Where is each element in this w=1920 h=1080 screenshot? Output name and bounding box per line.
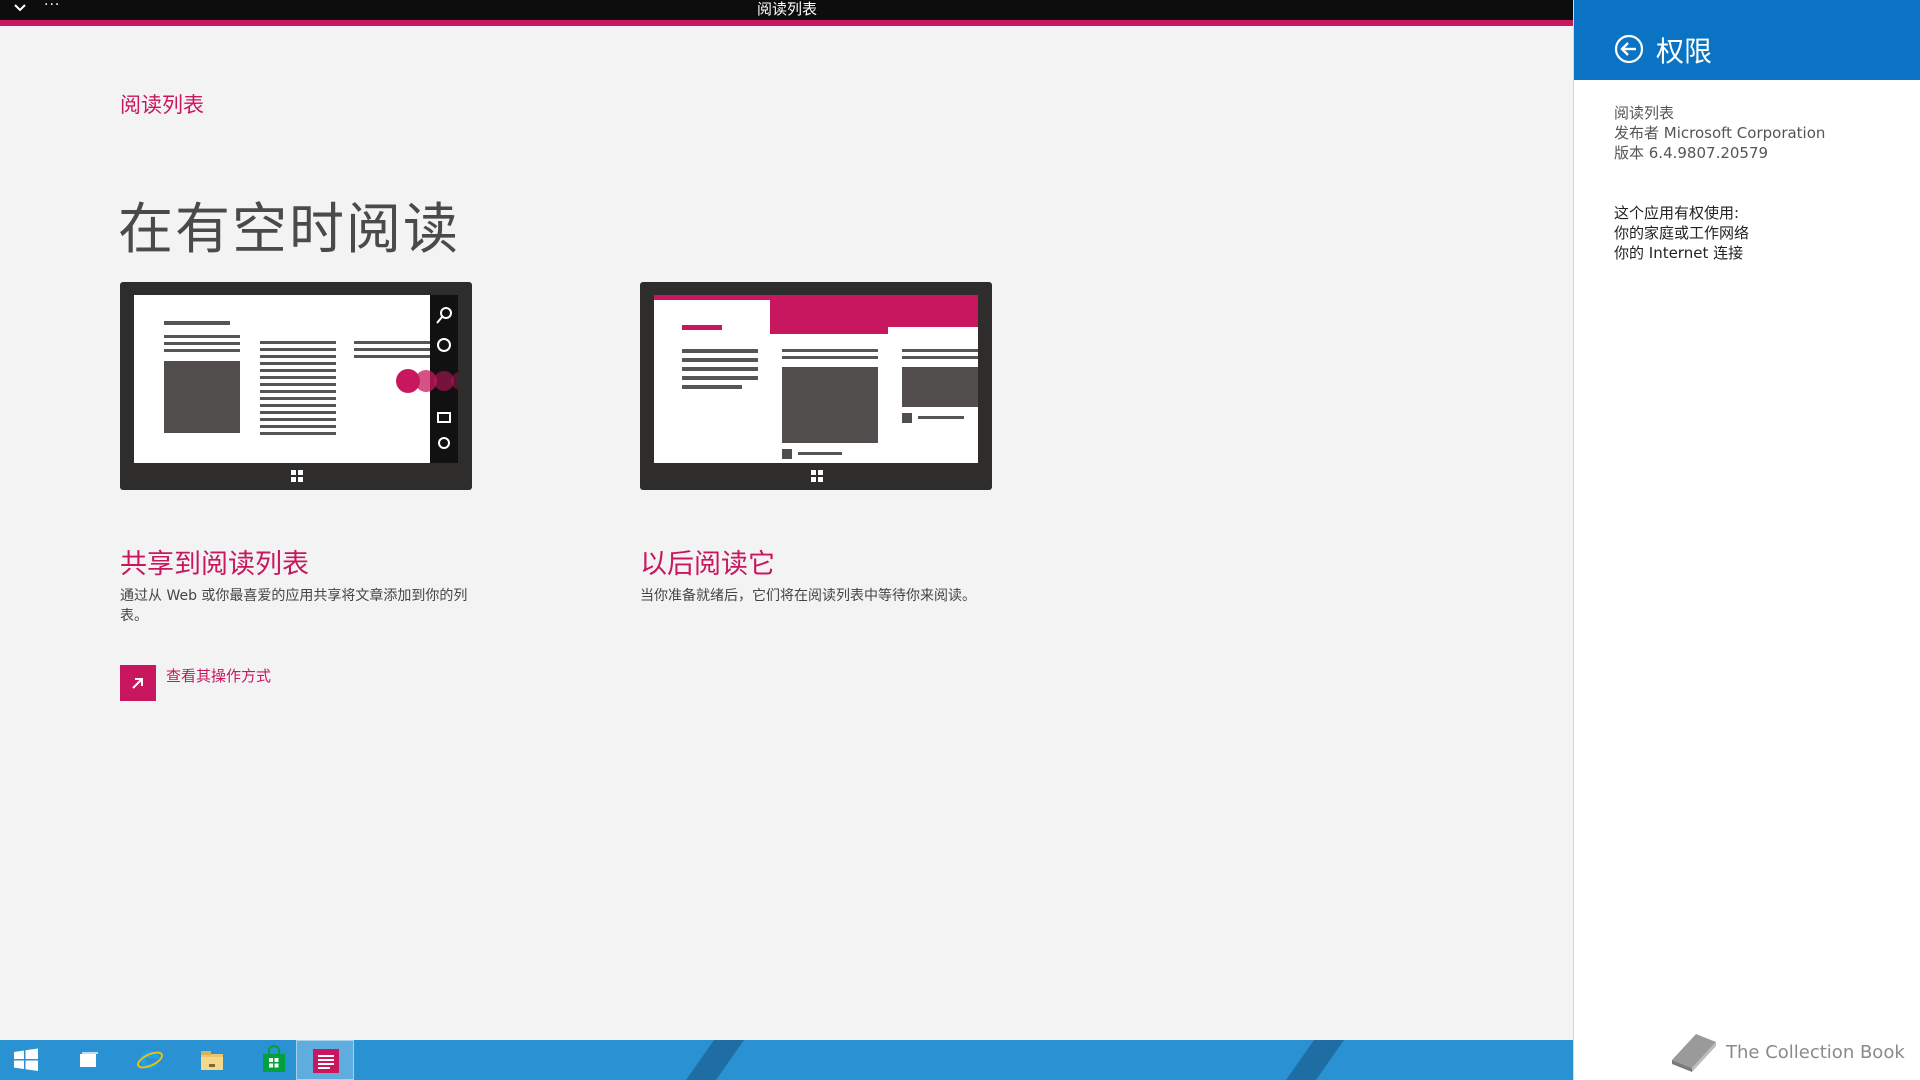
store-button[interactable] (248, 1040, 300, 1080)
permissions-heading: 这个应用有权使用: (1614, 204, 1740, 222)
app-canvas: 阅读列表 在有空时阅读 共享到阅读列表 通过从 Web 或你最喜爱的应用共享将文… (0, 26, 1573, 1040)
task-view-icon (80, 1052, 98, 1067)
file-explorer-icon (201, 1051, 223, 1070)
start-button[interactable] (0, 1040, 52, 1080)
permissions-list: 这个应用有权使用: 你的家庭或工作网络 你的 Internet 连接 (1614, 203, 1749, 263)
feature-title-read-later: 以后阅读它 (640, 549, 775, 580)
title-bar: ··· 阅读列表 (0, 0, 1574, 26)
feature-title-share: 共享到阅读列表 (120, 549, 309, 580)
app-info: 阅读列表 发布者 Microsoft Corporation 版本 6.4.98… (1614, 103, 1825, 163)
taskbar (0, 1040, 1573, 1080)
book-icon (1672, 1034, 1716, 1072)
app-info-name: 阅读列表 (1614, 104, 1675, 122)
permissions-flyout: 权限 阅读列表 发布者 Microsoft Corporation 版本 6.4… (1573, 0, 1920, 1080)
permission-item: 你的 Internet 连接 (1614, 244, 1744, 262)
feature-description-read-later: 当你准备就绪后，它们将在阅读列表中等待你来阅读。 (640, 588, 976, 604)
read-later-illustration (640, 282, 992, 490)
watermark-text: The Collection Book (1726, 1042, 1905, 1063)
watermark: The Collection Book (1666, 1026, 1916, 1072)
windows-logo-icon (291, 470, 303, 482)
app-info-version: 版本 6.4.9807.20579 (1614, 144, 1769, 162)
read-later-illustration-screen (654, 295, 978, 459)
internet-explorer-icon (137, 1050, 163, 1069)
feature-description-share: 通过从 Web 或你最喜爱的应用共享将文章添加到你的列表。 (120, 588, 468, 624)
windows-logo-icon (811, 470, 823, 482)
share-illustration (120, 282, 472, 490)
internet-explorer-button[interactable] (124, 1040, 176, 1080)
reading-list-taskbar-button[interactable] (296, 1040, 354, 1080)
file-explorer-button[interactable] (186, 1040, 238, 1080)
flyout-title: 权限 (1656, 35, 1713, 68)
flyout-header: 权限 (1574, 0, 1920, 80)
reading-list-icon (313, 1049, 339, 1073)
app-info-publisher: 发布者 Microsoft Corporation (1614, 124, 1826, 142)
hero-heading: 在有空时阅读 (118, 197, 461, 261)
task-view-button[interactable] (62, 1040, 114, 1080)
taskbar-decoration (685, 1040, 745, 1080)
store-icon (263, 1045, 285, 1072)
how-it-works-link[interactable]: 查看其操作方式 (166, 665, 271, 686)
window-title: 阅读列表 (756, 0, 817, 18)
share-illustration-screen (164, 295, 458, 463)
app-name: 阅读列表 (120, 93, 204, 117)
back-arrow-icon[interactable] (1614, 34, 1644, 64)
how-it-works-button[interactable] (120, 665, 156, 701)
taskbar-decoration (1285, 1040, 1345, 1080)
start-icon (14, 1048, 38, 1071)
arrow-up-right-icon (132, 678, 143, 689)
permission-item: 你的家庭或工作网络 (1614, 224, 1750, 242)
